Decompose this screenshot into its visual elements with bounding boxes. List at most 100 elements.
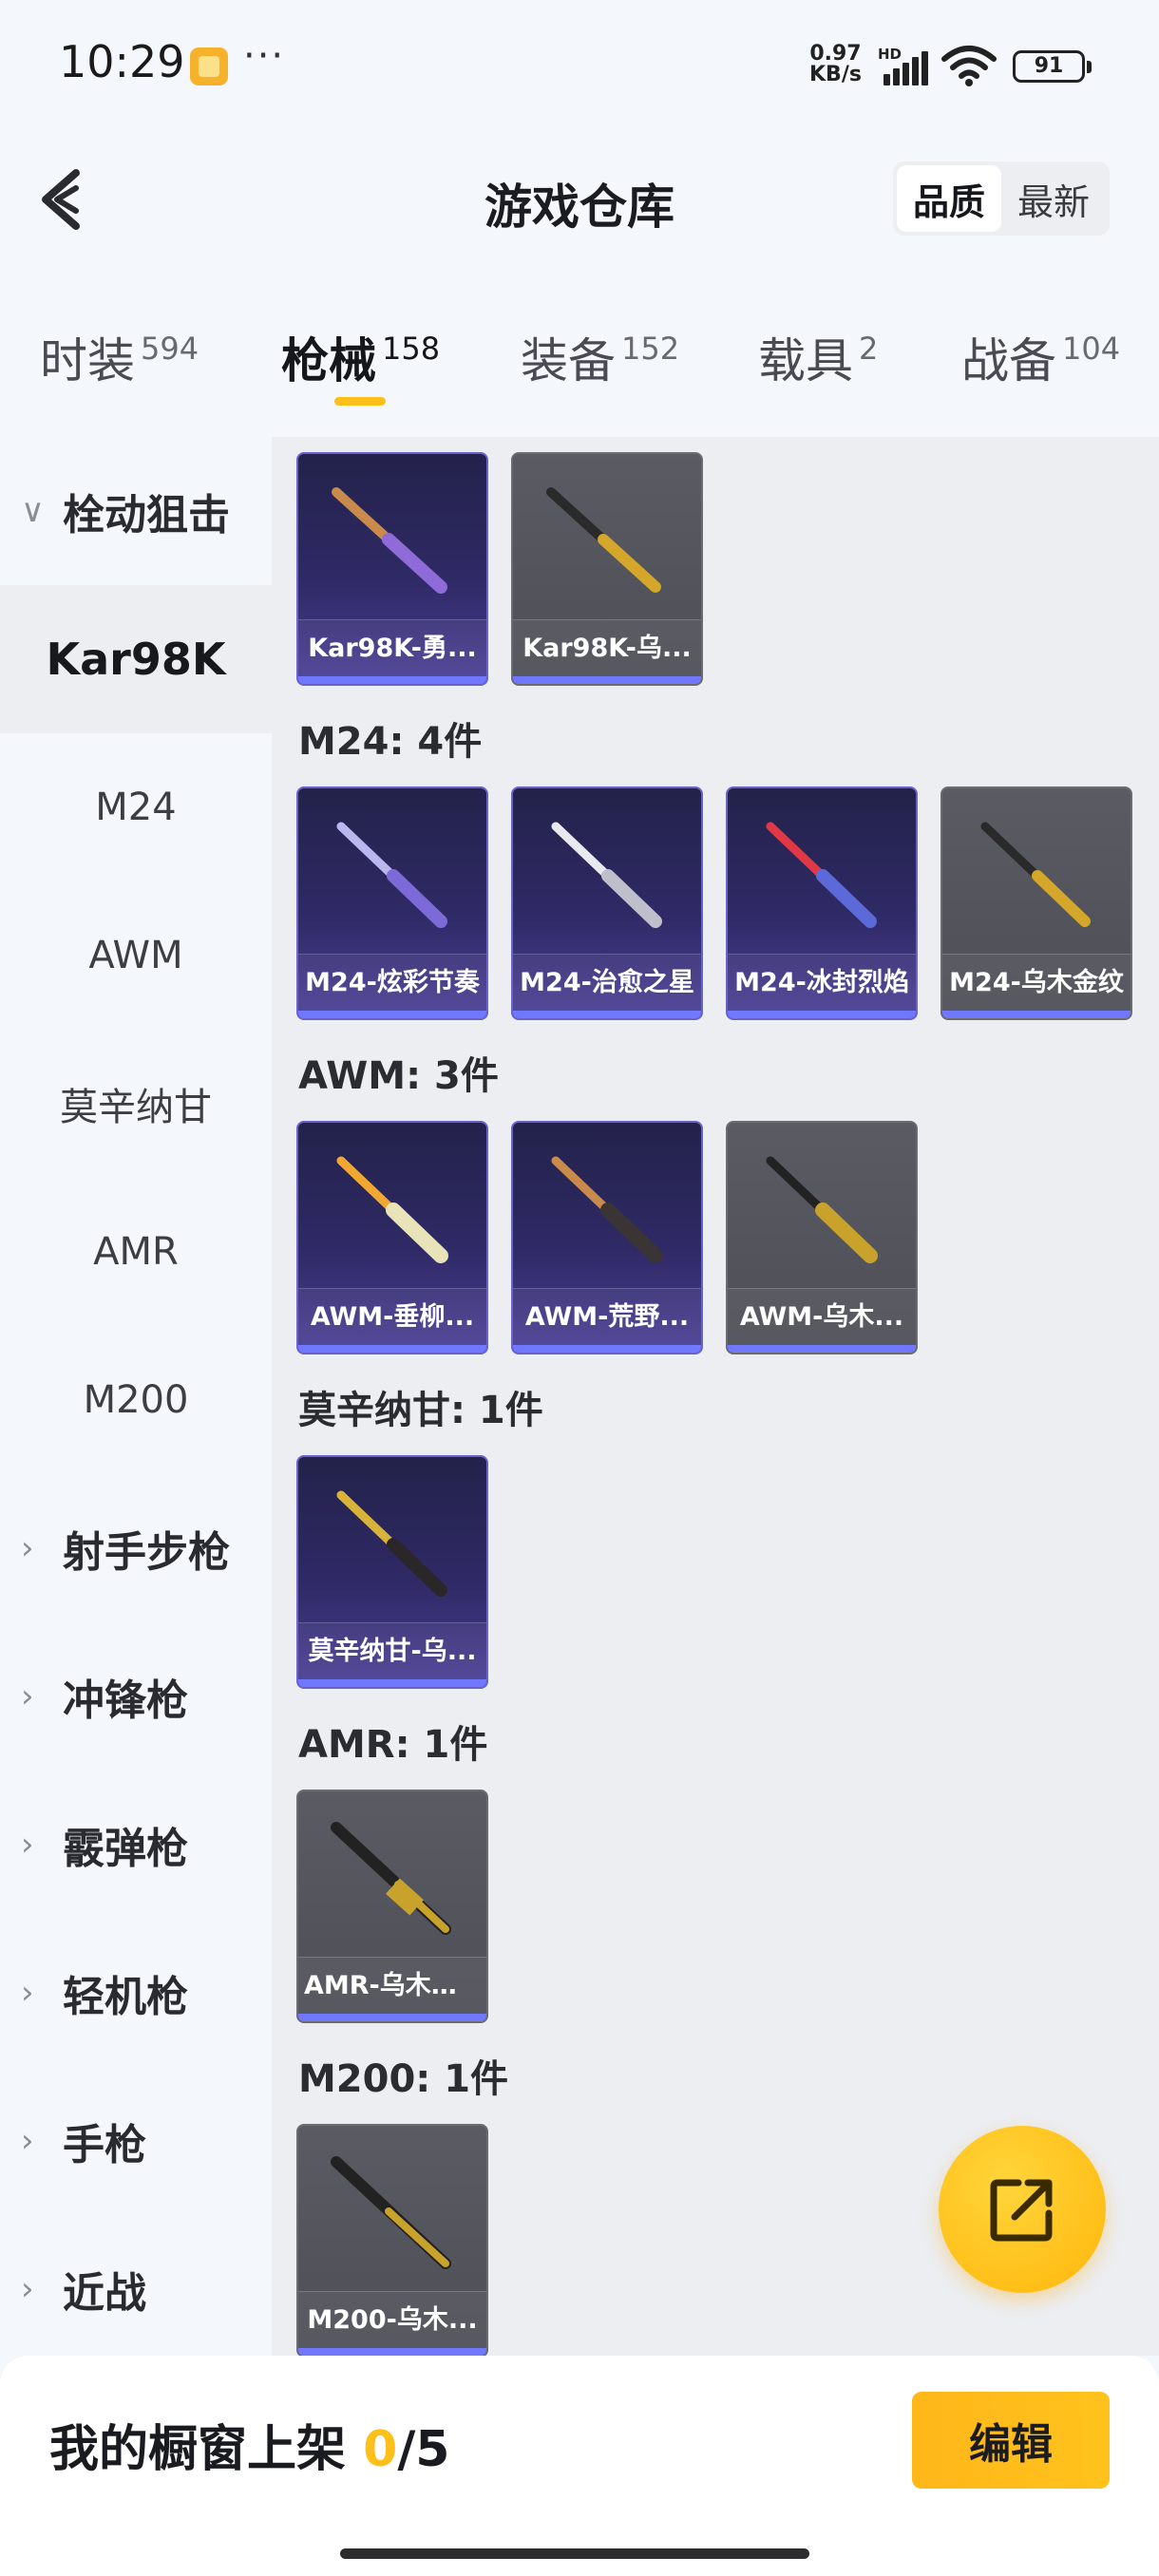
tab-label: 枪械	[281, 333, 376, 388]
sidebar-group-shotgun[interactable]: › 霰弹枪	[0, 1771, 272, 1919]
skin-card[interactable]: M24-治愈之星	[511, 786, 703, 1020]
rarity-bar	[298, 2014, 486, 2021]
status-bar: 10:29 ··· 0.97 KB/s HD 91	[0, 0, 1159, 133]
skin-name: M200-乌木...	[298, 2291, 486, 2348]
skin-card[interactable]: M200-乌木...	[296, 2124, 488, 2358]
category-tabs: 时装 594 枪械 158 装备 152 载具 2 战备 104	[0, 313, 1159, 418]
section-title-awm: AWM: 3件	[298, 1054, 499, 1098]
section-title-amr: AMR: 1件	[298, 1723, 488, 1767]
sidebar-item-kar98k[interactable]: Kar98K	[0, 585, 272, 733]
chevron-right-icon: ›	[21, 2270, 34, 2308]
sidebar-item-mosin[interactable]: 莫辛纳甘	[0, 1030, 272, 1178]
rarity-bar	[298, 1011, 486, 1018]
app-root: 10:29 ··· 0.97 KB/s HD 91 游戏仓库 品质 最新 时装 …	[0, 0, 1159, 2576]
sidebar: ∨ 栓动狙击 Kar98K M24 AWM 莫辛纳甘 AMR M200 › 射手…	[0, 437, 272, 2356]
skin-name: AWM-垂柳...	[298, 1288, 486, 1345]
skin-card[interactable]: Kar98K-乌...	[511, 452, 703, 686]
section-title-m24: M24: 4件	[298, 720, 483, 764]
sidebar-group-lmg[interactable]: › 轻机枪	[0, 1919, 272, 2067]
sidebar-item-m24[interactable]: M24	[0, 733, 272, 881]
tab-label: 战备	[961, 333, 1056, 388]
net-speed-value: 0.97	[809, 42, 862, 66]
sidebar-group-smg[interactable]: › 冲锋枪	[0, 1622, 272, 1771]
skin-name: Kar98K-乌...	[513, 619, 701, 676]
rifle-icon	[766, 1156, 878, 1263]
sidebar-item-awm[interactable]: AWM	[0, 881, 272, 1030]
share-external-icon	[990, 2179, 1053, 2242]
sort-option-newest[interactable]: 最新	[1001, 165, 1106, 232]
share-button[interactable]	[939, 2126, 1106, 2293]
rarity-bar	[942, 1011, 1130, 1018]
section-title-m200: M200: 1件	[298, 2057, 509, 2101]
sort-option-quality[interactable]: 品质	[897, 165, 1001, 232]
chevron-down-icon: ∨	[21, 492, 45, 530]
rifle-icon	[331, 2156, 451, 2269]
skin-name: 莫辛纳甘-乌...	[298, 1622, 486, 1679]
sidebar-group-melee[interactable]: › 近战	[0, 2215, 272, 2363]
tab-count: 104	[1062, 331, 1121, 367]
rifle-icon	[551, 1156, 663, 1263]
rarity-bar	[728, 1011, 916, 1018]
tab-supplies[interactable]: 战备 104	[961, 323, 1120, 391]
showcase-status: 我的橱窗上架 0/5	[49, 2409, 450, 2480]
wifi-icon	[941, 46, 997, 86]
chevron-right-icon: ›	[21, 1974, 34, 2012]
skin-card[interactable]: AWM-荒野...	[511, 1121, 703, 1354]
skin-name: M24-治愈之星	[513, 954, 701, 1011]
rarity-bar	[513, 1345, 701, 1353]
chevron-right-icon: ›	[21, 1529, 34, 1567]
bottom-bar: 我的橱窗上架 0/5 编辑	[0, 2356, 1159, 2576]
skin-name: M24-乌木金纹	[942, 954, 1130, 1011]
sidebar-group-bolt-action[interactable]: ∨ 栓动狙击	[0, 437, 272, 585]
sidebar-group-dmr[interactable]: › 射手步枪	[0, 1474, 272, 1622]
rarity-bar	[298, 2348, 486, 2356]
rifle-icon	[980, 822, 1091, 927]
sidebar-item-m200[interactable]: M200	[0, 1326, 272, 1474]
tab-label: 载具	[758, 333, 853, 388]
header: 游戏仓库 品质 最新	[0, 142, 1159, 256]
tab-fashion[interactable]: 时装 594	[40, 323, 199, 391]
sidebar-group-pistol[interactable]: › 手枪	[0, 2067, 272, 2215]
skin-card[interactable]: Kar98K-勇...	[296, 452, 488, 686]
rifle-icon	[546, 487, 661, 593]
skin-card[interactable]: AWM-垂柳...	[296, 1121, 488, 1354]
skin-card[interactable]: M24-炫彩节奏	[296, 786, 488, 1020]
skin-card[interactable]: M24-冰封烈焰	[726, 786, 918, 1020]
active-tab-indicator	[334, 397, 386, 406]
sort-toggle: 品质 最新	[893, 161, 1110, 236]
sidebar-group-label: 冲锋枪	[63, 1676, 188, 1725]
showcase-current-count: 0	[363, 2421, 398, 2478]
edit-button[interactable]: 编辑	[912, 2392, 1110, 2489]
tab-count: 2	[859, 331, 879, 367]
sidebar-group-label: 栓动狙击	[63, 491, 230, 540]
sidebar-group-label: 轻机枪	[63, 1973, 188, 2021]
showcase-total: /5	[397, 2421, 450, 2478]
skin-name: AWM-乌木...	[728, 1288, 916, 1345]
rifle-icon	[551, 822, 662, 928]
rifle-icon	[766, 822, 877, 928]
home-indicator[interactable]	[340, 2548, 809, 2559]
rarity-bar	[298, 1679, 486, 1687]
net-speed: 0.97 KB/s	[809, 44, 862, 85]
status-time: 10:29	[59, 36, 185, 87]
tab-firearms[interactable]: 枪械 158	[281, 323, 440, 391]
rarity-bar	[728, 1345, 916, 1353]
skin-name: AMR-乌木金纹	[298, 1957, 486, 2014]
skin-card[interactable]: M24-乌木金纹	[940, 786, 1132, 1020]
sidebar-group-label: 手枪	[63, 2121, 146, 2169]
chevron-right-icon: ›	[21, 2122, 34, 2160]
rifle-icon	[336, 1490, 447, 1597]
tab-label: 装备	[521, 333, 616, 388]
rifle-icon	[331, 1822, 451, 1935]
skin-card[interactable]: AMR-乌木金纹	[296, 1790, 488, 2023]
tab-equipment[interactable]: 装备 152	[521, 323, 679, 391]
sidebar-group-label: 射手步枪	[63, 1528, 230, 1577]
tab-vehicles[interactable]: 载具 2	[758, 323, 878, 391]
skin-name: M24-冰封烈焰	[728, 954, 916, 1011]
sidebar-group-label: 霰弹枪	[63, 1825, 188, 1873]
item-grid: Kar98K-勇... Kar98K-乌... M24: 4件 M24-炫彩节奏…	[272, 437, 1159, 2358]
rifle-icon	[332, 487, 447, 594]
sidebar-item-amr[interactable]: AMR	[0, 1178, 272, 1326]
skin-card[interactable]: AWM-乌木...	[726, 1121, 918, 1354]
skin-card[interactable]: 莫辛纳甘-乌...	[296, 1455, 488, 1689]
